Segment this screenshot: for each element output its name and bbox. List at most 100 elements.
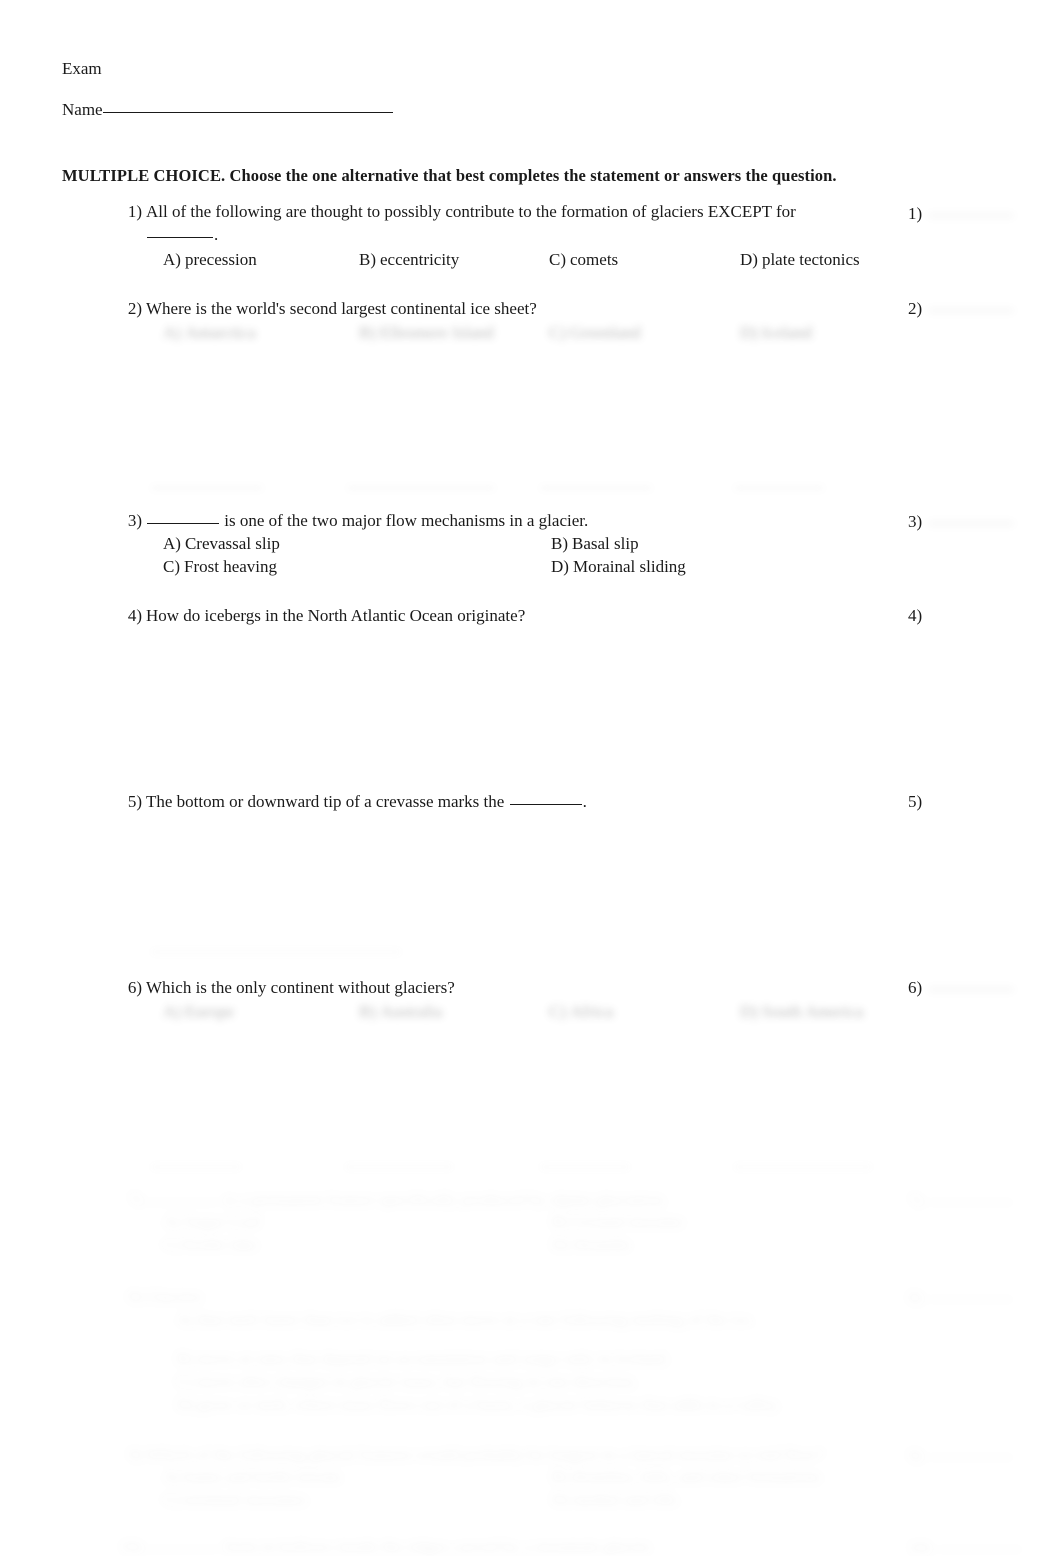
answer-blank-10[interactable]: 10) — [908, 1537, 1023, 1556]
question-6-option-a[interactable]: A) Europe — [163, 1001, 234, 1023]
option-text: Drumlin — [572, 1235, 631, 1254]
name-field-row: Name — [62, 99, 393, 121]
question-9-stem: 9) Which of the following glacial featur… — [118, 1443, 908, 1466]
fill-in-blank[interactable] — [147, 237, 213, 238]
option-text: Iceland — [761, 323, 812, 342]
redacted-rule — [152, 1166, 240, 1168]
question-7-options-row-1: A) Sugar Loaf B) Ground moraine — [118, 1211, 908, 1234]
question-7-option-d[interactable]: D) Drumlin — [551, 1234, 631, 1256]
question-1-option-d[interactable]: D) plate tectonics — [740, 249, 860, 271]
answer-blank-2[interactable]: 2) — [908, 298, 1015, 320]
question-7-option-b[interactable]: B) Ground moraine — [551, 1211, 684, 1233]
option-text: Antarctica — [184, 323, 256, 342]
question-8-stem-text: Glaciers — [146, 1287, 203, 1306]
answer-blank-7[interactable]: 7) — [908, 1190, 1015, 1212]
question-5-stem-text: The bottom or downward tip of a crevasse… — [146, 792, 505, 811]
answer-write-in-line[interactable] — [928, 523, 1015, 524]
fill-in-blank[interactable] — [509, 804, 582, 805]
answer-write-in-line[interactable] — [928, 1299, 1015, 1300]
question-1-option-a[interactable]: A) precession — [163, 249, 257, 271]
question-7-options-row-2: C) Kettle lake D) Drumlin — [118, 1234, 908, 1257]
question-1-blank-line: . — [118, 223, 908, 246]
option-text: move at rates that depend on accumulatio… — [197, 1349, 671, 1368]
question-10-stem: 10) form in hollows inside the ridges ca… — [118, 1535, 908, 1556]
fill-in-blank[interactable] — [147, 1202, 219, 1203]
name-write-in-line[interactable] — [102, 112, 393, 113]
answer-write-in-line[interactable] — [928, 310, 1015, 311]
question-9: 9) Which of the following glacial featur… — [118, 1443, 908, 1512]
question-9-option-c[interactable]: C) terminal moraines — [163, 1489, 307, 1511]
fill-in-blank[interactable] — [147, 523, 219, 524]
question-3-option-a[interactable]: A) Crevassal slip — [163, 533, 280, 555]
option-letter: D) — [740, 323, 758, 342]
question-8-number: 8) — [127, 1287, 142, 1306]
question-6-option-c[interactable]: C) Africa — [549, 1001, 613, 1023]
answer-blank-3[interactable]: 3) — [908, 511, 1015, 533]
option-letter: D) — [176, 1395, 194, 1414]
answer-blank-1[interactable]: 1) — [908, 203, 1015, 225]
question-10: 10) form in hollows inside the ridges ca… — [118, 1535, 908, 1556]
option-text: Kettle lake — [184, 1235, 259, 1254]
redacted-rule — [541, 1166, 629, 1168]
redacted-rule — [348, 487, 494, 489]
option-letter: D) — [740, 250, 758, 269]
question-6: 6) Which is the only continent without g… — [118, 976, 908, 1025]
question-8-option-c[interactable]: C) move after changes in glacier mass, bu… — [118, 1370, 908, 1393]
question-9-stem-text: Which of the following glacial features … — [146, 1445, 824, 1464]
question-6-stem: 6) Which is the only continent without g… — [118, 976, 908, 999]
option-text: medial and tills — [572, 1490, 678, 1509]
answer-blank-6[interactable]: 6) — [908, 977, 1015, 999]
question-8-option-b[interactable]: B) move at rates that depend on accumulat… — [118, 1347, 908, 1370]
question-9-option-a[interactable]: A) kame and kettle terrain — [163, 1466, 341, 1488]
option-text: plate tectonics — [761, 250, 860, 269]
option-text: Europe — [184, 1002, 235, 1021]
option-letter: B) — [176, 1349, 193, 1368]
question-3-option-d[interactable]: D) Morainal sliding — [551, 556, 686, 578]
question-3-number: 3) — [127, 511, 142, 530]
question-2: 2) Where is the world's second largest c… — [118, 297, 908, 346]
question-1-stem-text: All of the following are thought to poss… — [146, 202, 796, 221]
question-2-option-d[interactable]: D) Iceland — [740, 322, 812, 344]
answer-blank-number: 10) — [908, 1538, 931, 1556]
question-2-option-c[interactable]: C) Greenland — [549, 322, 641, 344]
question-6-option-d[interactable]: D) South America — [740, 1001, 863, 1023]
question-9-option-d[interactable]: D) medial and tills — [551, 1489, 678, 1511]
option-letter: C) — [549, 323, 566, 342]
option-text: Sugar Loaf — [184, 1212, 261, 1231]
option-letter: D) — [551, 1490, 569, 1509]
question-5-stem: 5) The bottom or downward tip of a creva… — [118, 790, 908, 813]
answer-write-in-line[interactable] — [936, 1549, 1023, 1550]
question-3-option-b[interactable]: B) Basal slip — [551, 533, 639, 555]
answer-write-in-line[interactable] — [928, 1202, 1015, 1203]
option-text: Ground moraine — [572, 1212, 684, 1231]
question-6-option-b[interactable]: B) Australia — [359, 1001, 442, 1023]
question-3-option-c[interactable]: C) Frost heaving — [163, 556, 277, 578]
redacted-rule — [735, 487, 823, 489]
question-8-option-d[interactable]: D) grow or melt, where mass flows out of … — [118, 1393, 908, 1416]
question-2-number: 2) — [127, 299, 142, 318]
question-9-option-b[interactable]: B) drumlins, hills, and esker formations — [551, 1466, 821, 1488]
answer-blank-8[interactable]: 8) — [908, 1287, 1015, 1309]
question-8-option-a[interactable]: A) that melt faster than ice is added oft… — [118, 1308, 908, 1331]
question-1-options: A) precession B) eccentricity C) comets D) p… — [118, 249, 908, 273]
question-7-option-c[interactable]: C) Kettle lake — [163, 1234, 258, 1256]
answer-blank-number: 5) — [908, 792, 923, 811]
question-5-stem-tail: . — [582, 792, 587, 811]
redacted-rule — [346, 1166, 452, 1168]
question-2-option-a[interactable]: A) Antarctica — [163, 322, 256, 344]
answer-write-in-line[interactable] — [928, 1457, 1015, 1458]
question-7-option-a[interactable]: A) Sugar Loaf — [163, 1211, 261, 1233]
answer-write-in-line[interactable] — [928, 215, 1015, 216]
answer-blank-4[interactable]: 4) — [908, 605, 928, 627]
answer-write-in-line[interactable] — [928, 989, 1015, 990]
question-3: 3) is one of the two major flow mechanis… — [118, 509, 908, 579]
question-1-option-b[interactable]: B) eccentricity — [359, 249, 459, 271]
question-2-option-b[interactable]: B) Ellesmere Island — [359, 322, 494, 344]
answer-blank-9[interactable]: 9) — [908, 1445, 1015, 1467]
option-letter: C) — [163, 557, 180, 576]
question-3-stem: 3) is one of the two major flow mechanis… — [118, 509, 908, 532]
question-6-stem-text: Which is the only continent without glac… — [146, 978, 455, 997]
answer-blank-5[interactable]: 5) — [908, 791, 928, 813]
fill-in-blank[interactable] — [147, 1549, 219, 1550]
question-1-option-c[interactable]: C) comets — [549, 249, 618, 271]
